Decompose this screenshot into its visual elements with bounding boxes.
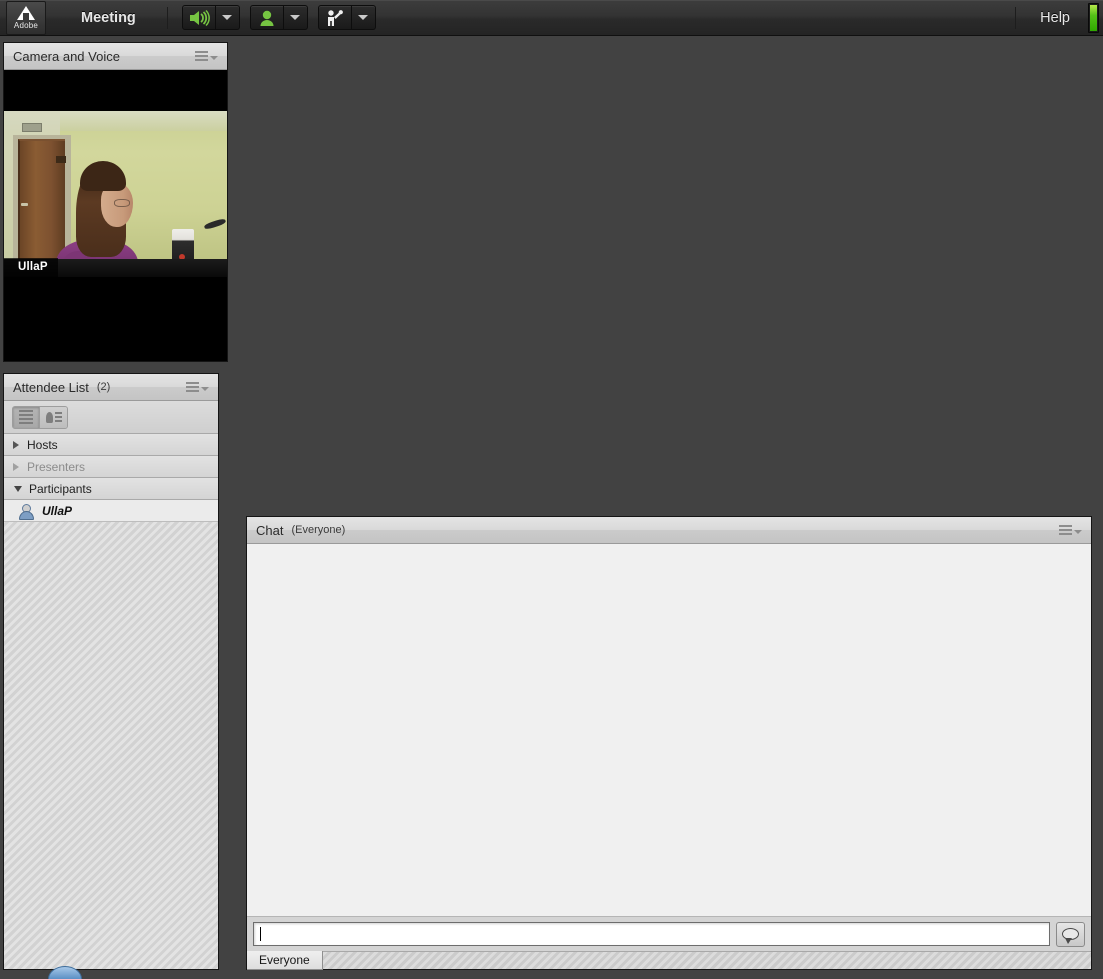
text-caret (260, 927, 261, 941)
webcam-icon (260, 10, 274, 26)
adobe-logo: Adobe (6, 0, 46, 35)
attendee-pod-header: Attendee List (2) (4, 374, 218, 401)
attendee-row[interactable]: UllaP (4, 500, 218, 522)
pod-options-icon (195, 51, 208, 61)
speaker-button[interactable] (181, 5, 216, 30)
camera-pod-header: Camera and Voice (4, 43, 227, 70)
raise-hand-icon (327, 9, 343, 26)
connection-status-fill (1090, 4, 1097, 31)
application-menubar: Adobe Meeting Help (0, 0, 1103, 36)
webcam-video-feed[interactable]: UllaP (4, 111, 227, 277)
attendee-group-participants[interactable]: Participants (4, 478, 218, 500)
raise-hand-tool-group (317, 5, 376, 30)
webcam-tool-group (249, 5, 308, 30)
chat-input-row (247, 917, 1091, 951)
speaker-tool-group (181, 5, 240, 30)
chat-message-area[interactable] (247, 544, 1091, 917)
raise-hand-button[interactable] (317, 5, 352, 30)
attendee-toolbar (4, 401, 218, 434)
camera-pod-title: Camera and Voice (13, 48, 120, 64)
attendee-group-label: Hosts (27, 437, 58, 452)
chat-pod: Chat (Everyone) Everyone (246, 516, 1092, 970)
chevron-down-icon (222, 15, 233, 20)
chat-tab-bar: Everyone (247, 951, 1091, 970)
camera-pod-body: UllaP (4, 70, 227, 361)
attendee-pod-title: Attendee List (13, 379, 89, 395)
attendee-group-label: Presenters (27, 459, 86, 474)
chevron-down-icon (201, 386, 209, 391)
list-view-icon (19, 410, 33, 424)
attendee-list-container[interactable]: Hosts Presenters Participants UllaP (4, 434, 218, 969)
pod-options-icon (186, 382, 199, 392)
attendee-group-hosts[interactable]: Hosts (4, 434, 218, 456)
attendee-group-label: Participants (29, 481, 92, 496)
chevron-down-icon (290, 15, 301, 20)
attendee-group-presenters[interactable]: Presenters (4, 456, 218, 478)
chevron-down-icon (14, 485, 22, 492)
webcam-button[interactable] (249, 5, 284, 30)
pod-options-icon (1059, 525, 1072, 535)
chevron-down-icon (358, 15, 369, 20)
webcam-participant-label: UllaP (4, 258, 58, 277)
attendee-count: (2) (96, 381, 111, 393)
raise-hand-dropdown-button[interactable] (351, 5, 376, 30)
menubar-divider-2 (1015, 6, 1017, 29)
card-view-icon (45, 411, 62, 423)
chat-send-button[interactable] (1056, 921, 1085, 947)
attendee-name: UllaP (42, 503, 73, 518)
chat-pod-options-button[interactable] (1056, 522, 1085, 538)
camera-pod-options-button[interactable] (192, 48, 221, 64)
chevron-down-icon (210, 55, 218, 60)
menu-help[interactable]: Help (1030, 5, 1080, 31)
attendee-list-pod: Attendee List (2) Hosts Presenters Parti… (3, 373, 219, 970)
speaker-dropdown-button[interactable] (215, 5, 240, 30)
connection-status-indicator[interactable] (1088, 2, 1099, 33)
chat-input[interactable] (253, 922, 1050, 946)
chat-scope-label: (Everyone) (291, 524, 346, 536)
video-door-handle (21, 203, 28, 206)
chevron-down-icon (1074, 529, 1082, 534)
adobe-logo-label: Adobe (13, 20, 39, 30)
chevron-right-icon (13, 440, 19, 449)
chevron-right-icon (13, 462, 19, 471)
participant-avatar-icon (18, 503, 34, 520)
video-door-sign (56, 156, 66, 163)
card-view-button[interactable] (40, 406, 67, 428)
chat-pod-header: Chat (Everyone) (247, 517, 1091, 544)
menubar-divider-1 (166, 6, 168, 29)
list-view-button[interactable] (13, 406, 40, 428)
webcam-dropdown-button[interactable] (283, 5, 308, 30)
video-person-glasses (114, 199, 130, 207)
chat-pod-title: Chat (256, 522, 284, 538)
adobe-a-icon (17, 5, 35, 20)
attendee-pod-options-button[interactable] (183, 379, 212, 395)
camera-and-voice-pod: Camera and Voice UllaP (3, 42, 228, 362)
attendee-view-toggle (12, 405, 68, 429)
video-wall-sign (22, 123, 42, 132)
chat-tab-everyone[interactable]: Everyone (247, 951, 323, 970)
chat-bubble-icon (1062, 928, 1079, 944)
menu-meeting[interactable]: Meeting (68, 5, 149, 31)
speaker-icon (189, 9, 210, 26)
